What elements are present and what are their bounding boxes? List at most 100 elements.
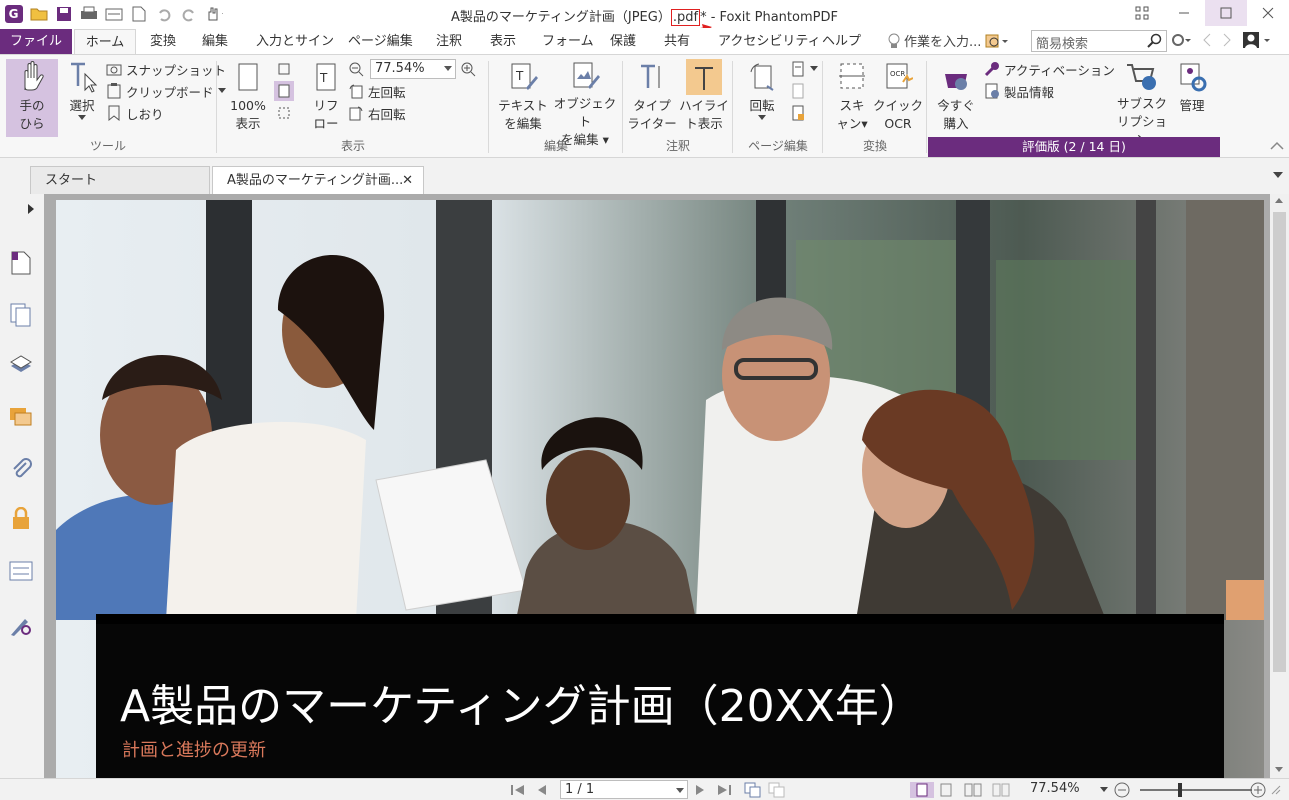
form-fields-icon[interactable] [8,558,34,584]
bookmark-button[interactable]: しおり [106,103,164,123]
pages-icon[interactable] [8,302,34,328]
tab-comment[interactable]: 注釈 [426,29,472,54]
rotate-left-button[interactable]: 左回転 [348,81,406,101]
scroll-up-icon[interactable] [1275,198,1283,203]
tab-start[interactable]: スタート [30,166,210,194]
actual-size-button[interactable]: 100% 表示 [222,59,274,137]
tab-current-document[interactable]: A製品のマーケティング計画... ✕ [212,166,424,194]
edit-text-button[interactable]: T テキスト を編集 [494,59,552,137]
tab-protect[interactable]: 保護 [600,29,646,54]
zoom-dropdown-icon[interactable] [1100,782,1108,798]
edit-object-button[interactable]: オブジェクト を編集 ▾ [552,59,618,147]
select-tool-button[interactable]: 選択 [56,59,108,137]
previous-view-icon[interactable] [744,782,762,798]
zoom-in-icon[interactable] [1250,782,1266,798]
actual-size-label-2: 表示 [235,116,261,131]
ocr-icon: OCR [886,63,913,89]
page-thumbnails-icon[interactable] [8,250,34,276]
tab-home[interactable]: ホーム [74,29,136,54]
search-options-icon[interactable] [985,33,1009,49]
activation-button[interactable]: アクティベーション [984,59,1115,79]
edit-text-label-1: テキスト [498,98,548,113]
restore-button[interactable] [1205,0,1247,26]
quick-search-input[interactable]: 簡易検索 [1031,30,1167,52]
clipboard-button[interactable]: クリップボード [106,81,226,101]
minimize-button[interactable] [1163,0,1205,26]
continuous-view-icon[interactable] [940,782,952,798]
document-tabs: スタート A製品のマーケティング計画... ✕ [0,158,1289,194]
signature-icon[interactable] [8,612,34,638]
document-view[interactable]: A製品のマーケティング計画（20XX年） 計画と進捗の更新 [44,194,1270,778]
chevron-right-icon[interactable] [1222,32,1232,48]
reflow-button[interactable]: T リフ ロー [300,59,352,137]
highlight-button[interactable]: ハイライ ト表示 [678,59,730,137]
settings-icon[interactable] [1170,32,1192,48]
ribbon-display-icon[interactable] [1121,0,1163,26]
rotate-pages-button[interactable]: 回転 [736,59,788,137]
zoom-out-icon[interactable] [1114,782,1130,798]
search-icon[interactable] [1147,33,1163,49]
tab-convert[interactable]: 変換 [140,29,186,54]
tab-fill-sign[interactable]: 入力とサイン [246,29,344,54]
quick-ocr-button[interactable]: OCR クイック OCR [872,59,924,137]
typewriter-button[interactable]: タイプ ライター [626,59,678,137]
rotate-right-button[interactable]: 右回転 [348,103,406,123]
fit-page-button[interactable] [276,59,292,79]
collapse-ribbon-icon[interactable] [1270,141,1284,151]
zoom-slider[interactable] [1140,783,1252,797]
previous-page-icon[interactable] [536,782,548,798]
page-number-input[interactable]: 1 / 1 [560,780,688,799]
first-page-icon[interactable] [510,782,526,798]
tab-organize[interactable]: ページ編集 [338,29,423,54]
attachments-icon[interactable] [8,456,34,482]
fit-width-icon [278,84,290,98]
scan-button[interactable]: スキ ャン▾ [826,59,878,137]
comments-icon[interactable] [8,404,34,430]
hand-tool-button[interactable]: 手の ひら [6,59,58,137]
zoom-percentage[interactable]: 77.54% [1030,781,1080,796]
tab-form[interactable]: フォーム [532,29,604,54]
zoom-slider-handle[interactable] [1178,783,1182,797]
user-account-icon[interactable] [1242,31,1272,49]
actual-size-label-1: 100% [230,98,266,113]
security-lock-icon[interactable] [8,506,34,532]
delete-page-button[interactable] [790,81,806,101]
tab-share[interactable]: 共有 [654,29,700,54]
fit-visible-button[interactable] [276,103,292,123]
close-button[interactable] [1247,0,1289,26]
tab-file[interactable]: ファイル [0,29,72,54]
expand-pane-icon[interactable] [28,204,34,214]
manage-button[interactable]: 管理 [1166,59,1218,137]
close-tab-icon[interactable]: ✕ [402,167,413,195]
fit-width-button[interactable] [274,81,294,101]
trial-status-banner: 評価版 (2 / 14 日) [928,137,1220,157]
highlight-icon [695,67,713,90]
facing-view-icon[interactable] [964,782,982,798]
layers-icon[interactable] [8,352,34,378]
ribbon-divider [216,61,217,153]
product-info-button[interactable]: 製品情報 [984,81,1054,101]
scrollbar-thumb[interactable] [1273,212,1286,672]
scroll-down-icon[interactable] [1275,767,1283,772]
zoom-level-select[interactable]: 77.54% [370,59,456,79]
vertical-scrollbar[interactable] [1270,194,1289,778]
zoom-out-button[interactable] [348,59,364,79]
tab-list-dropdown-icon[interactable] [1273,172,1283,178]
tab-view[interactable]: 表示 [480,29,526,54]
buy-now-button[interactable]: 今すぐ 購入 [930,59,982,137]
tab-help[interactable]: ヘルプ [812,29,871,54]
ribbon-divider [732,61,733,153]
tell-me-box[interactable]: 作業を入力... [888,31,1009,50]
continuous-facing-icon[interactable] [992,782,1010,798]
extract-page-button[interactable] [790,103,806,123]
tab-edit[interactable]: 編集 [192,29,238,54]
last-page-icon[interactable] [716,782,732,798]
chevron-left-icon[interactable] [1202,32,1212,48]
zoom-in-button[interactable] [460,59,476,79]
next-view-icon[interactable] [768,782,786,798]
next-page-icon[interactable] [694,782,706,798]
subscription-button[interactable]: サブスク リプション [1114,59,1170,147]
insert-page-button[interactable] [790,59,818,79]
single-page-view-icon[interactable] [910,782,934,798]
snapshot-button[interactable]: スナップショット [106,59,226,79]
